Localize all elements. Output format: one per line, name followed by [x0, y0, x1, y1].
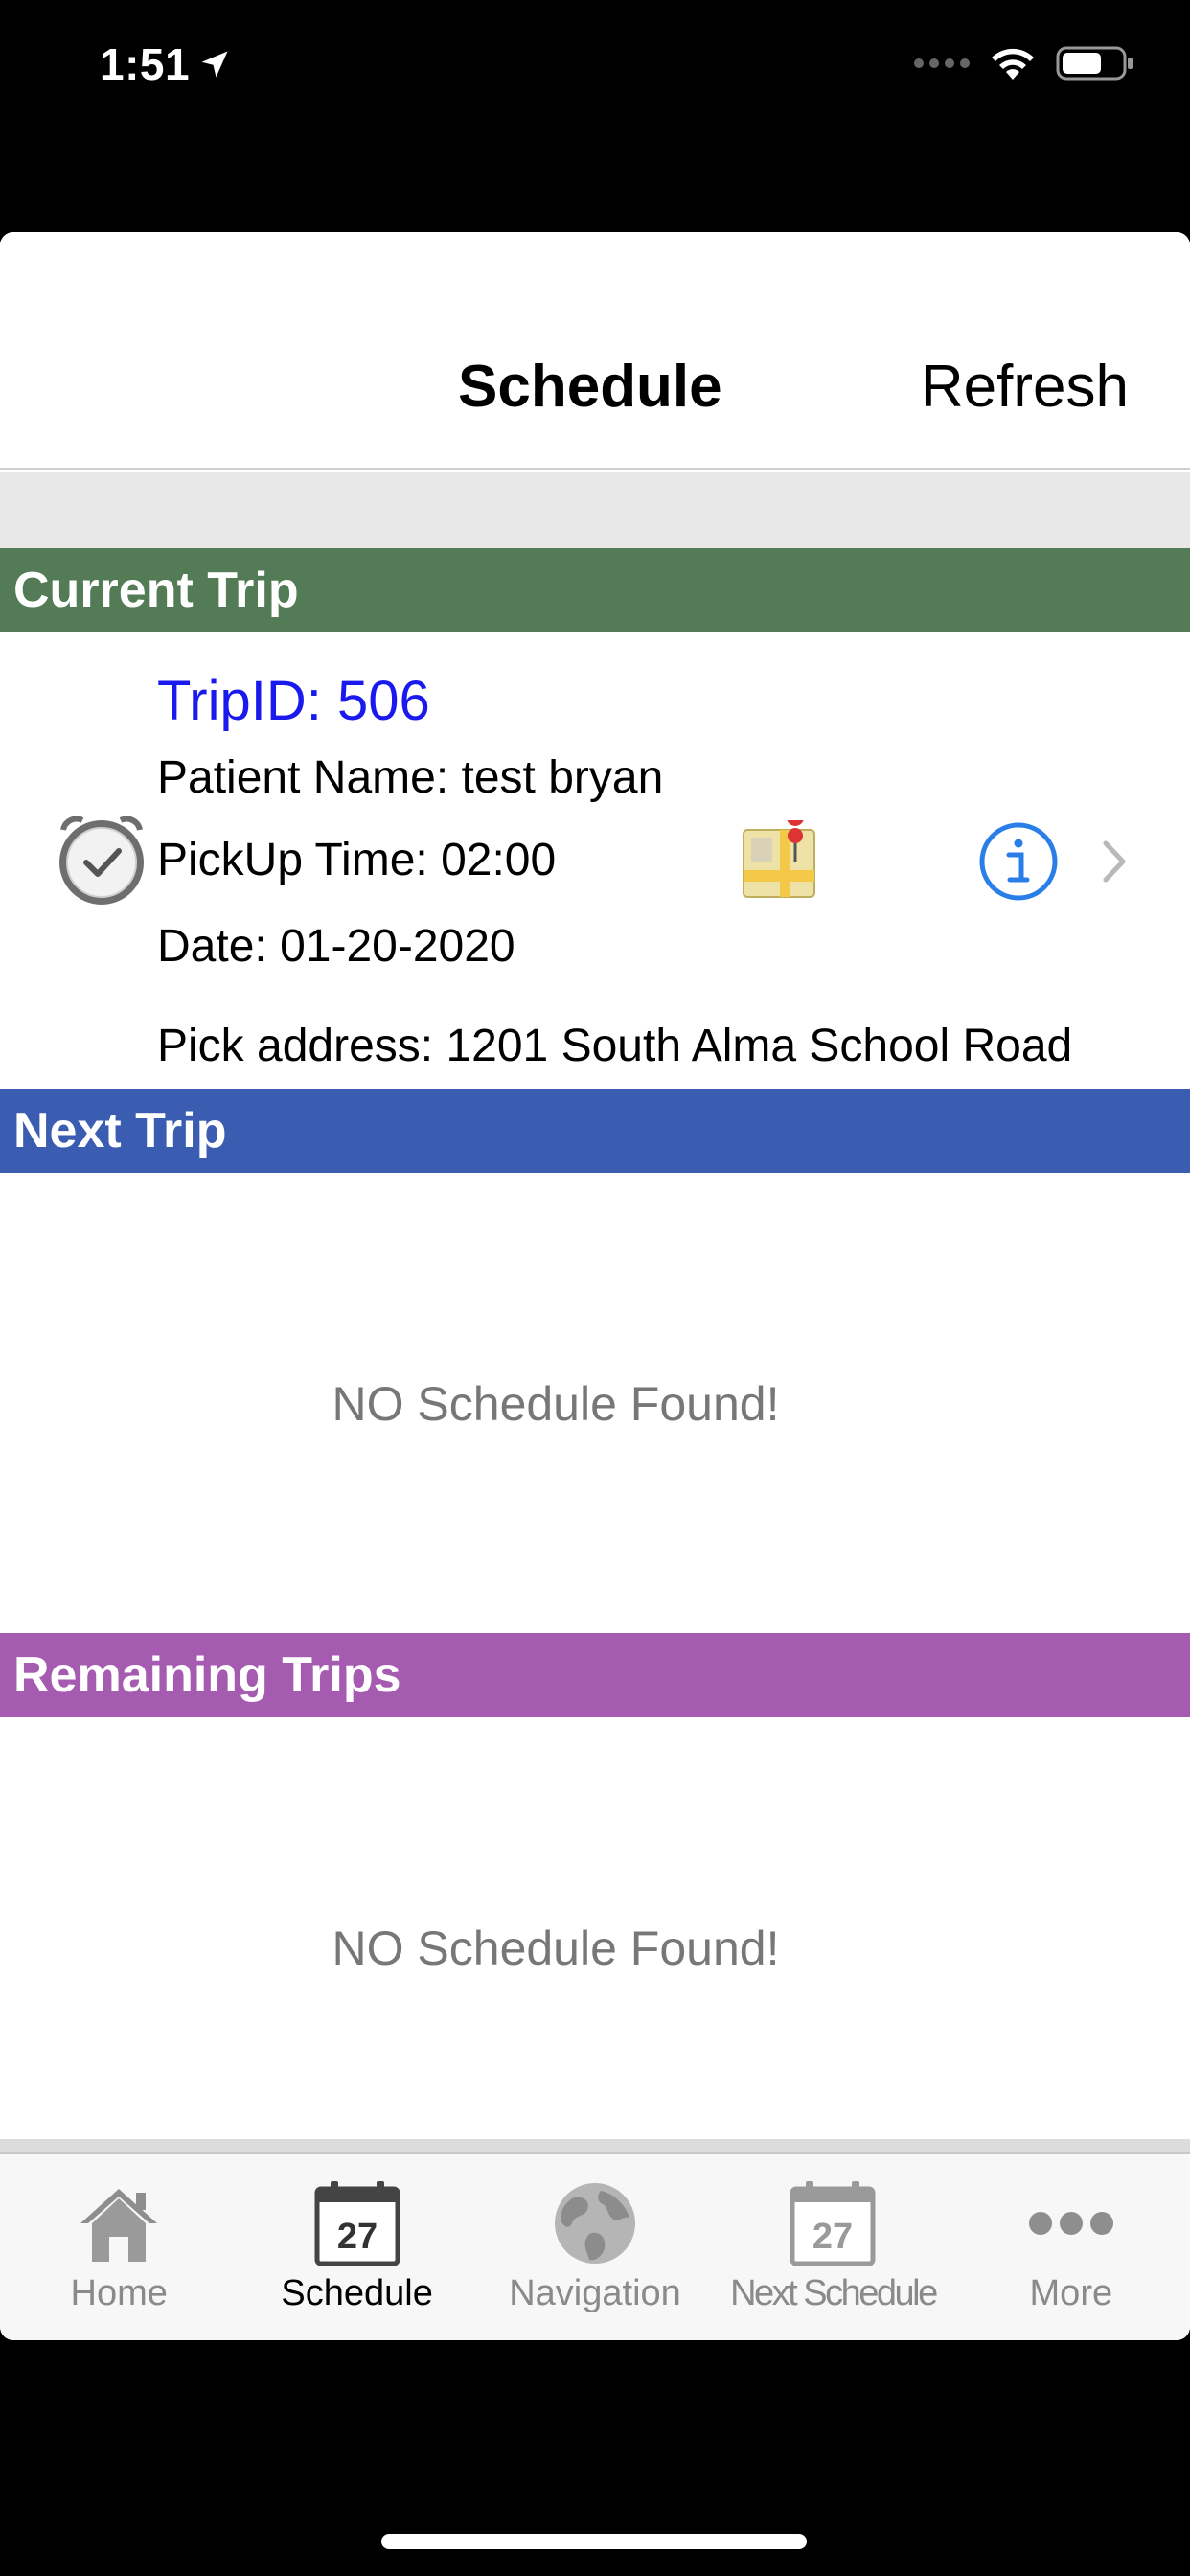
globe-icon — [547, 2175, 643, 2271]
empty-state-text: NO Schedule Found! — [332, 1921, 780, 1975]
pick-address-text: Pick address: 1201 South Alma School Roa… — [157, 1021, 1073, 1071]
status-time-text: 1:51 — [100, 39, 191, 89]
section-header-remaining-trips: Remaining Trips — [0, 1633, 1190, 1717]
navigation-bar: Schedule Refresh — [0, 232, 1190, 470]
trip-id-text: TripID: 506 — [157, 670, 430, 732]
tab-label: Navigation — [509, 2273, 681, 2313]
pickup-time-text: PickUp Time: 02:00 — [157, 835, 557, 886]
tab-navigation[interactable]: Navigation — [476, 2154, 714, 2340]
tab-bar: Home 27 Schedule Navigation 27 Next Sche… — [0, 2152, 1190, 2340]
house-icon — [71, 2175, 167, 2271]
trip-date-text: Date: 01-20-2020 — [157, 921, 515, 972]
status-bar: 1:51 — [0, 0, 1190, 134]
refresh-button[interactable]: Refresh — [921, 353, 1129, 421]
svg-text:27: 27 — [812, 2217, 853, 2257]
location-arrow-icon — [201, 51, 228, 78]
svg-text:27: 27 — [336, 2217, 377, 2257]
tab-schedule[interactable]: 27 Schedule — [238, 2154, 475, 2340]
tab-label: Home — [70, 2273, 168, 2313]
current-trip-cell[interactable]: TripID: 506 Patient Name: test bryan Pic… — [0, 632, 1190, 1089]
tab-label: Schedule — [281, 2273, 433, 2313]
calendar-icon: 27 — [785, 2175, 881, 2271]
battery-icon — [1056, 46, 1133, 80]
section-header-next-trip: Next Trip — [0, 1089, 1190, 1173]
status-time: 1:51 — [100, 38, 232, 90]
status-indicators — [914, 44, 1134, 82]
patient-name-text: Patient Name: test bryan — [157, 752, 664, 803]
map-icon[interactable] — [738, 820, 820, 903]
tab-label: Next Schedule — [730, 2273, 938, 2313]
section-spacer — [0, 472, 1190, 548]
schedule-panel: Schedule Refresh Current Trip TripID: 50… — [0, 232, 1190, 2340]
home-indicator[interactable] — [381, 2534, 807, 2549]
remaining-trips-empty-state: NO Schedule Found! — [0, 1717, 1190, 2139]
list-bottom-divider — [0, 2139, 1190, 2152]
info-icon[interactable] — [977, 820, 1060, 903]
tab-home[interactable]: Home — [0, 2154, 238, 2340]
alarm-clock-icon — [59, 816, 144, 905]
wifi-icon — [992, 48, 1034, 80]
calendar-icon: 27 — [309, 2175, 405, 2271]
tab-next-schedule[interactable]: 27 Next Schedule — [714, 2154, 951, 2340]
next-trip-empty-state: NO Schedule Found! — [0, 1173, 1190, 1633]
cellular-signal-icon — [914, 58, 970, 68]
tab-label: More — [1029, 2273, 1113, 2313]
page-title: Schedule — [458, 354, 722, 420]
empty-state-text: NO Schedule Found! — [332, 1377, 780, 1431]
chevron-right-icon[interactable] — [1098, 836, 1131, 887]
tab-more[interactable]: More — [952, 2154, 1190, 2340]
ellipsis-icon — [1023, 2175, 1119, 2271]
section-header-current-trip: Current Trip — [0, 548, 1190, 632]
